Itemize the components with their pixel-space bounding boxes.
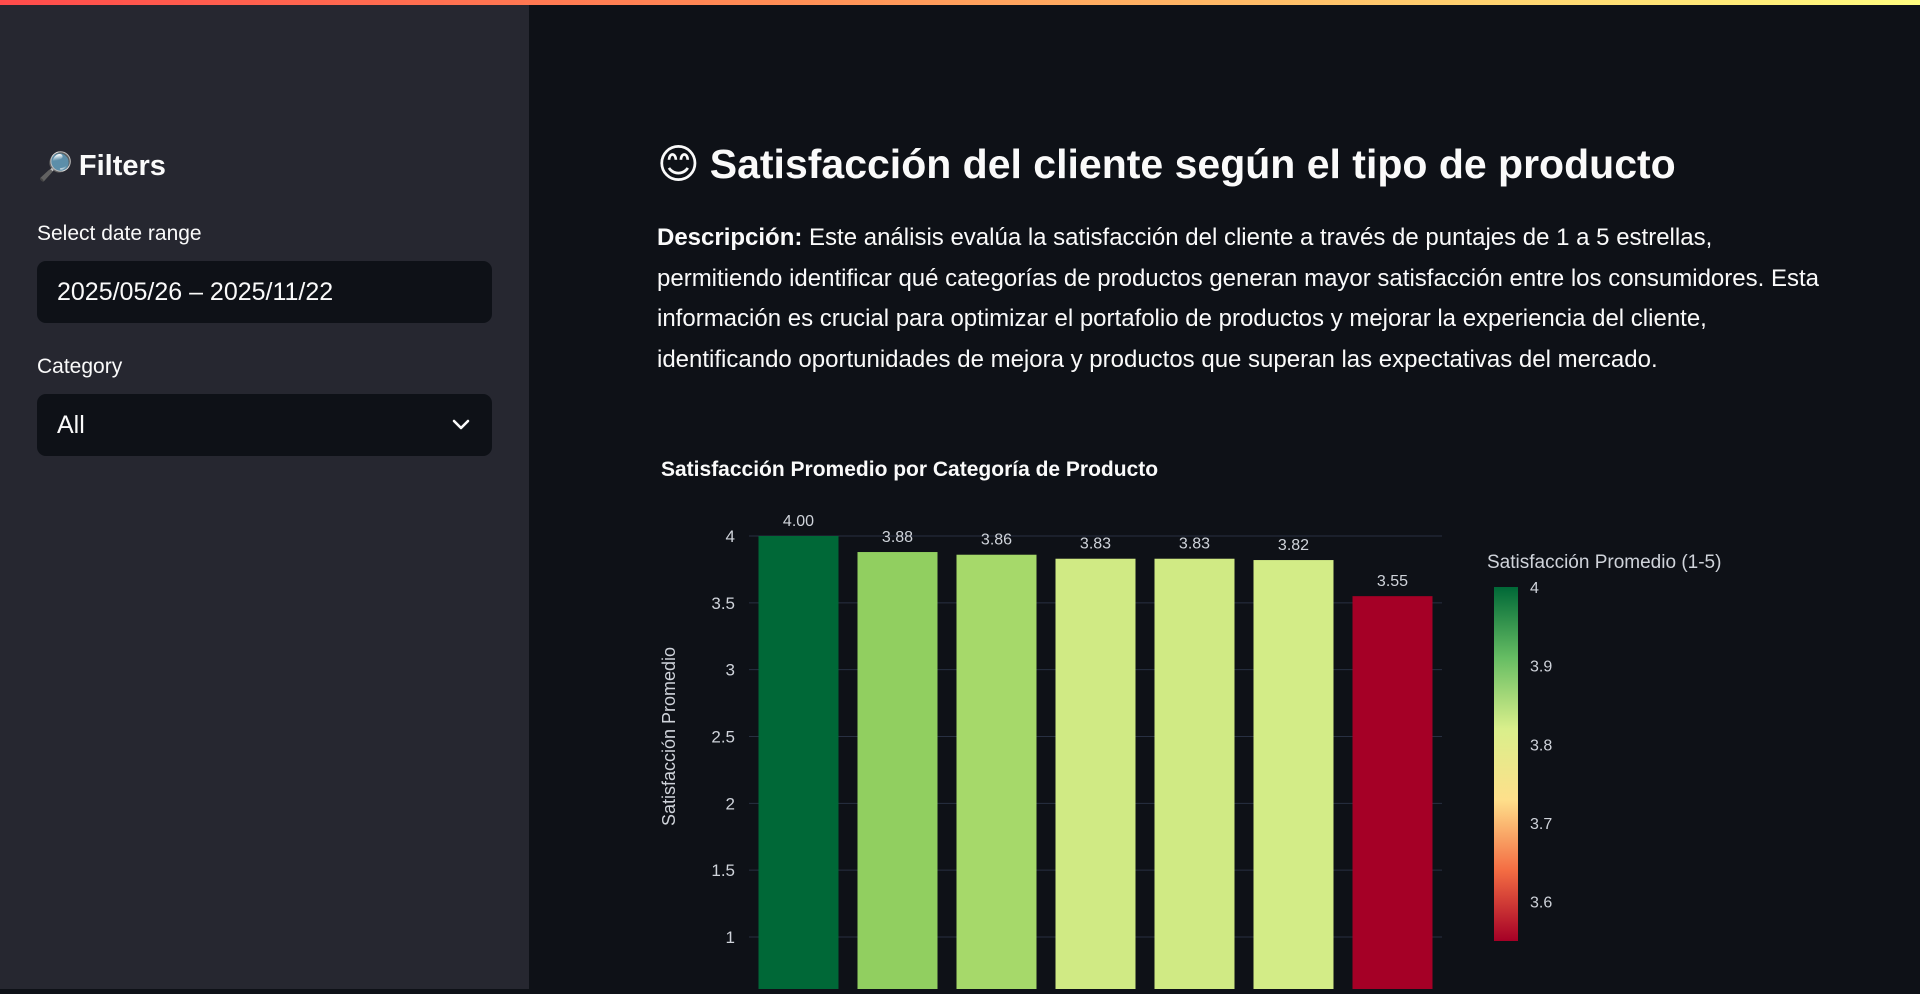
- bar-data-label: 4.00: [783, 513, 814, 530]
- chart-bar[interactable]: [1253, 560, 1334, 994]
- colorbar-tick-label: 3.8: [1530, 737, 1552, 754]
- chart-y-ticks: 1 1.5 2 2.5 3 3.5 4: [711, 527, 735, 947]
- sidebar-title-text: Filters: [78, 150, 166, 182]
- sidebar-title: 🔎 Filters: [38, 150, 166, 183]
- magnifier-icon: 🔎: [38, 150, 73, 182]
- category-value: All: [57, 410, 85, 439]
- date-range-value: 2025/05/26 – 2025/11/22: [57, 277, 334, 306]
- chart-bars: [758, 536, 1433, 994]
- sidebar: 🔎 Filters Select date range 2025/05/26 –…: [0, 0, 529, 989]
- main-content: 😊 Satisfacción del cliente según el tipo…: [529, 0, 1920, 994]
- category-label: Category: [37, 355, 123, 378]
- bar-data-label: 3.82: [1278, 537, 1309, 554]
- colorbar-ticks: 4 3.9 3.8 3.7 3.6: [1530, 580, 1552, 912]
- bar-data-label: 3.83: [1080, 536, 1111, 553]
- bar-data-label: 3.86: [981, 532, 1012, 549]
- chart-title: Satisfacción Promedio por Categoría de P…: [661, 458, 1158, 481]
- date-range-label: Select date range: [37, 222, 202, 245]
- colorbar: [1494, 587, 1518, 941]
- top-decoration-bar: [0, 0, 1920, 5]
- colorbar-tick-label: 3.7: [1530, 816, 1552, 833]
- chart-bar[interactable]: [857, 552, 938, 994]
- y-tick-label: 2: [726, 794, 735, 813]
- y-tick-label: 3: [726, 661, 735, 680]
- colorbar-title: Satisfacción Promedio (1-5): [1487, 552, 1721, 573]
- chart-container: Satisfacción Promedio por Categoría de P…: [529, 0, 1920, 994]
- bar-data-label: 3.88: [882, 529, 913, 546]
- chart-bar[interactable]: [1352, 596, 1433, 994]
- y-tick-label: 1.5: [711, 861, 735, 880]
- colorbar-tick-label: 3.6: [1530, 895, 1552, 912]
- y-tick-label: 4: [726, 527, 735, 546]
- y-tick-label: 3.5: [711, 594, 735, 613]
- colorbar-tick-label: 4: [1530, 580, 1539, 597]
- chart-bar[interactable]: [1154, 558, 1235, 994]
- colorbar-tick-label: 3.9: [1530, 659, 1552, 676]
- y-tick-label: 1: [726, 928, 735, 947]
- chevron-down-icon[interactable]: [450, 414, 472, 436]
- bar-data-label: 3.55: [1377, 573, 1408, 590]
- bar-chart: Satisfacción Promedio por Categoría de P…: [659, 458, 1721, 994]
- chart-bar[interactable]: [758, 536, 839, 994]
- bar-data-label: 3.83: [1179, 536, 1210, 553]
- category-select[interactable]: All: [37, 394, 492, 456]
- chart-y-axis-label: Satisfacción Promedio: [659, 647, 679, 826]
- chart-bar[interactable]: [956, 554, 1037, 994]
- date-range-input[interactable]: 2025/05/26 – 2025/11/22: [37, 261, 492, 323]
- y-tick-label: 2.5: [711, 728, 735, 747]
- chart-bar[interactable]: [1055, 558, 1136, 994]
